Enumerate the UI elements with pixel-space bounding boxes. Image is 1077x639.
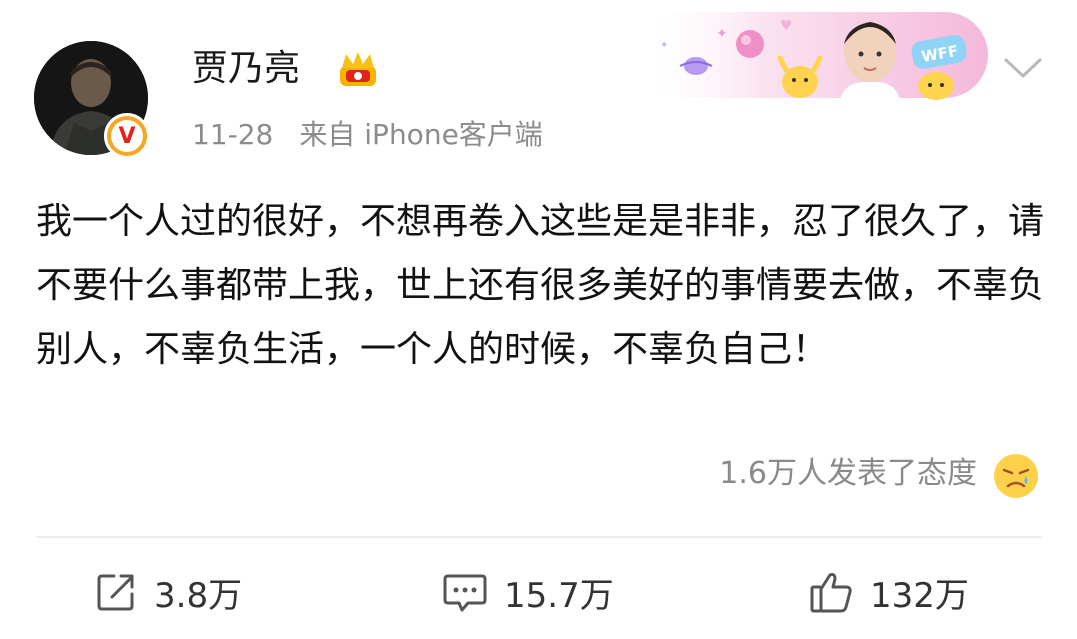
comment-button[interactable]: 15.7万 [442,564,614,620]
post-date: 11-28 [192,118,274,151]
chevron-down-icon[interactable] [1000,52,1046,82]
repost-count: 3.8万 [154,575,243,616]
divider [36,536,1041,538]
reactions-summary[interactable]: 1.6万人发表了态度 [719,452,977,496]
author-name[interactable]: 贾乃亮 [192,46,300,92]
post-meta: 11-28 来自 iPhone客户端 [192,115,543,155]
like-button[interactable]: 132万 [808,564,969,620]
svg-text:✦: ✦ [660,40,668,51]
crown-icon [340,52,376,86]
post-source[interactable]: 来自 iPhone客户端 [299,118,542,151]
comment-icon [443,574,487,612]
share-icon [97,574,134,611]
svg-text:♥: ♥ [780,18,793,34]
post-content: 我一个人过的很好，不想再卷入这些是是非非，忍了很久了，请不要什么事都带上我，世上… [36,201,1045,370]
like-count: 132万 [870,575,969,616]
repost-button[interactable]: 3.8万 [94,564,242,620]
fan-banner[interactable]: ✦ ✦ ♥ WFF [640,8,990,100]
sad-emoji-icon[interactable] [992,452,1040,500]
svg-text:✦: ✦ [716,26,728,42]
comment-count: 15.7万 [504,575,614,616]
verified-badge-icon: V [104,113,150,159]
thumbs-up-icon [810,573,852,613]
